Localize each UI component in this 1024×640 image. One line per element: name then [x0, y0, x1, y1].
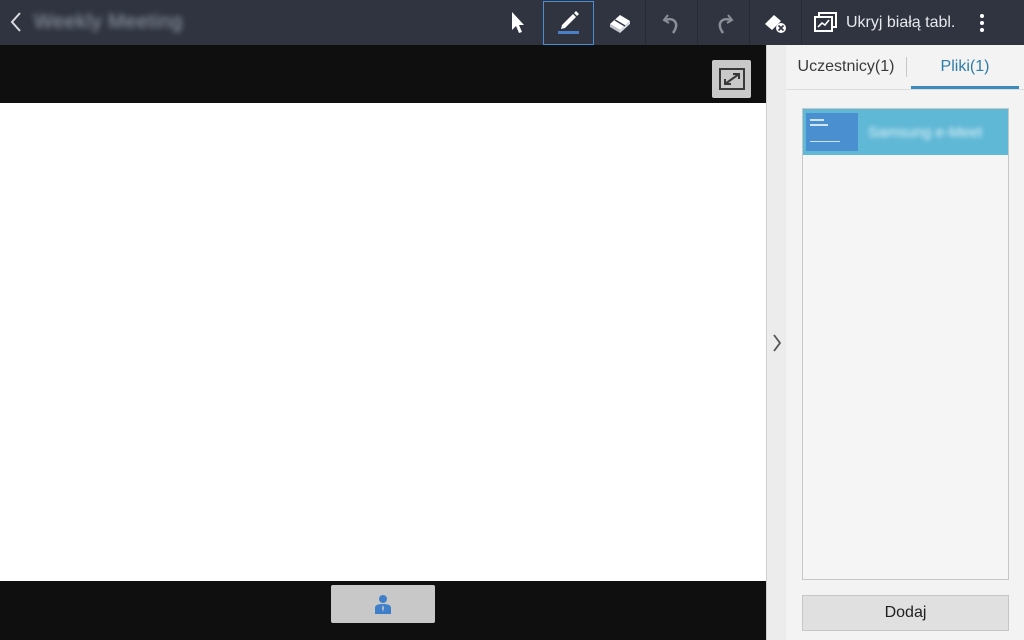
presenter-button[interactable]: [331, 585, 435, 623]
files-list: Samsung e-Meet: [802, 108, 1009, 580]
eraser-tool-button[interactable]: [594, 0, 645, 45]
clear-all-button[interactable]: [750, 0, 801, 45]
more-options-button[interactable]: [969, 0, 995, 45]
redo-button[interactable]: [698, 0, 749, 45]
tab-participants[interactable]: Uczestnicy(1): [786, 45, 906, 89]
pen-icon: [560, 11, 579, 29]
undo-icon: [662, 13, 677, 34]
side-panel: Uczestnicy(1) Pliki(1) Samsung e-Meet Do…: [786, 45, 1024, 640]
whiteboard-icon: [814, 11, 837, 32]
whiteboard-toolbar: Ukryj białą tabl.: [492, 0, 995, 45]
chevron-left-icon: [10, 12, 21, 32]
top-bar: Weekly Meeting Ukryj białą tabl.: [0, 0, 1024, 45]
tabs-divider: [786, 89, 1024, 90]
whiteboard-area: [0, 45, 766, 640]
file-name: Samsung e-Meet: [868, 123, 983, 141]
add-file-button[interactable]: Dodaj: [802, 595, 1009, 631]
cursor-arrow-icon: [511, 11, 524, 33]
tab-files[interactable]: Pliki(1): [906, 45, 1024, 89]
undo-button[interactable]: [646, 0, 697, 45]
pen-tool-button[interactable]: [543, 1, 594, 45]
file-thumbnail: [806, 113, 858, 151]
fullscreen-button[interactable]: [712, 60, 751, 98]
select-tool-button[interactable]: [492, 0, 543, 45]
expand-icon: [718, 68, 745, 90]
back-button[interactable]: [6, 10, 26, 34]
panel-tabs: Uczestnicy(1) Pliki(1): [786, 45, 1024, 89]
eraser-icon: [609, 14, 630, 33]
whiteboard-canvas[interactable]: [0, 103, 766, 581]
hide-whiteboard-button[interactable]: Ukryj białą tabl.: [802, 0, 969, 45]
hide-whiteboard-label: Ukryj białą tabl.: [846, 13, 956, 31]
tab-separator: [906, 57, 907, 77]
redo-icon: [718, 13, 733, 34]
file-list-item[interactable]: Samsung e-Meet: [803, 109, 1008, 155]
chevron-right-icon: [772, 333, 781, 352]
presenter-icon: [375, 595, 391, 614]
meeting-title: Weekly Meeting: [34, 11, 183, 33]
erase-all-icon: [764, 14, 786, 33]
collapse-panel-handle[interactable]: [766, 45, 786, 640]
more-vertical-icon: [980, 13, 985, 32]
